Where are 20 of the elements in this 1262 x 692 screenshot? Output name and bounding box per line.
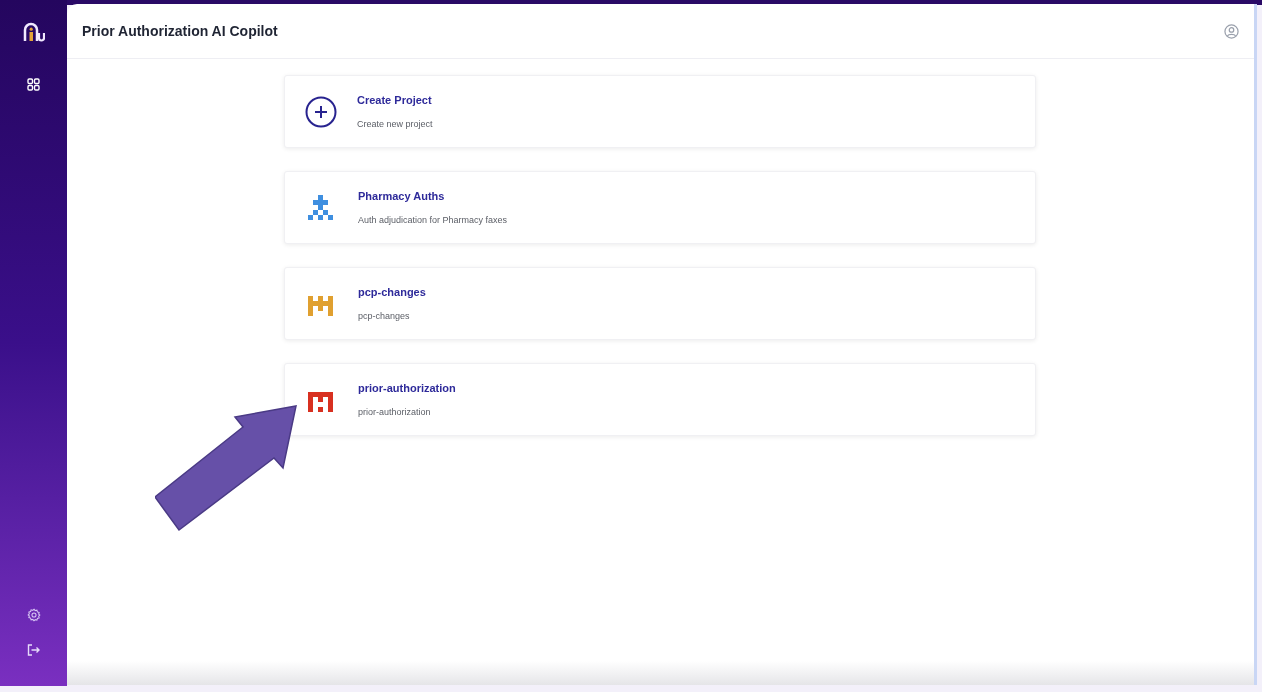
project-name: Pharmacy Auths	[358, 189, 446, 203]
grid-icon[interactable]	[27, 78, 40, 91]
project-card[interactable]: pcp-changes pcp-changes	[284, 267, 1036, 340]
project-card[interactable]: Pharmacy Auths Auth adjudication for Pharmacy faxes	[284, 171, 1036, 244]
logo-icon	[22, 22, 45, 42]
project-description: Auth adjudication for Pharmacy faxes	[358, 214, 508, 226]
settings-icon[interactable]	[26, 608, 41, 622]
project-card[interactable]: Create Project Create new project	[284, 75, 1036, 148]
project-card[interactable]: prior-authorization prior-authorization	[284, 363, 1036, 436]
project-description: prior-authorization	[358, 406, 432, 418]
add-circle-icon	[305, 95, 337, 128]
app-title: Prior Authorization AI Copilot	[82, 21, 278, 41]
pixel-logo-icon	[308, 194, 334, 221]
project-name: Create Project	[357, 93, 433, 107]
user-avatar-icon[interactable]	[1224, 23, 1239, 39]
logout-icon[interactable]	[27, 644, 40, 656]
project-name: prior-authorization	[358, 381, 456, 395]
project-description: pcp-changes	[358, 310, 411, 322]
project-description: Create new project	[357, 118, 433, 130]
project-name: pcp-changes	[358, 285, 426, 299]
